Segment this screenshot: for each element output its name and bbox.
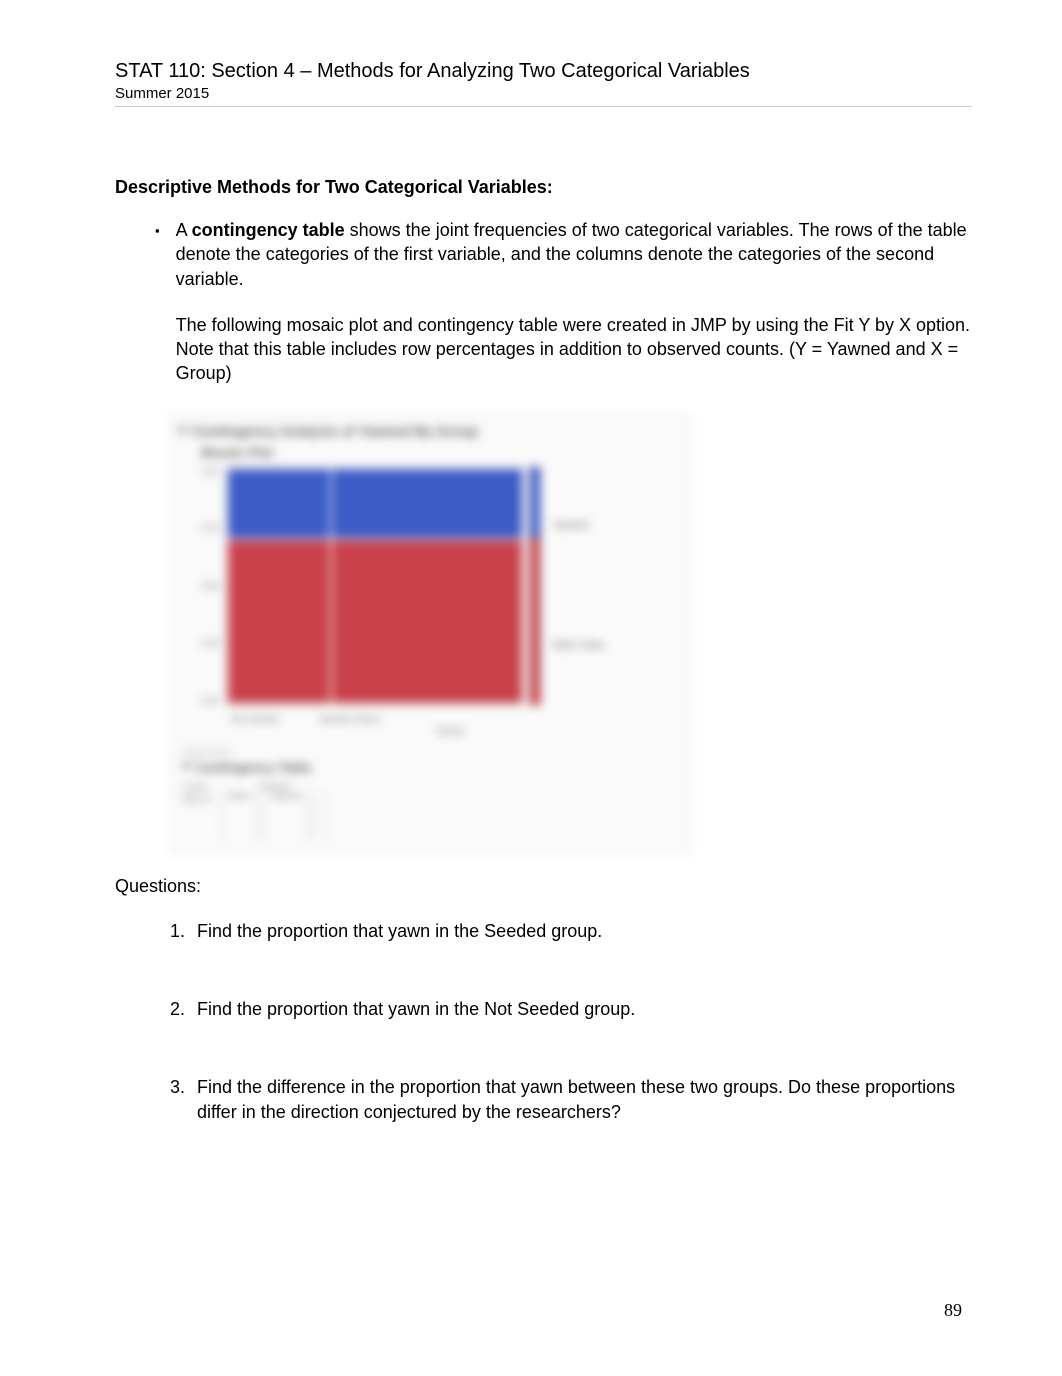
mosaic-legend: Yawned Didn't Yawn — [545, 466, 605, 706]
list-item: 2. Find the proportion that yawn in the … — [163, 997, 972, 1021]
ct-col-head: Yawned — [222, 781, 327, 791]
legend-didnt: Didn't Yawn — [553, 640, 605, 651]
bullet-item: ▪ A contingency table shows the joint fr… — [115, 218, 972, 408]
bullet-para-2: The following mosaic plot and contingenc… — [176, 313, 972, 386]
mosaic-col-notseeded — [228, 469, 330, 703]
header-rule — [115, 106, 972, 107]
freq-label: Freq: Count — [183, 747, 673, 757]
questions-heading: Questions: — [115, 876, 972, 897]
ct-col: Didn't — [222, 791, 259, 841]
question-text: Find the proportion that yawn in the See… — [197, 919, 602, 943]
question-text: Find the proportion that yawn in the Not… — [197, 997, 635, 1021]
bullet-text-bold: contingency table — [192, 220, 345, 240]
x-label-seeded: Seeded (Yawn) — [319, 714, 380, 724]
list-number: 2. — [163, 997, 185, 1021]
mosaic-cell-didnt — [332, 540, 522, 702]
figure-main-title: Contingency Analysis of Yawned By Group — [192, 423, 478, 439]
ct-row-head: Count — [183, 781, 212, 794]
bullet-text-a: A — [176, 220, 192, 240]
disclosure-triangle-icon — [182, 764, 192, 771]
overall-didnt — [530, 538, 540, 705]
contingency-table-block: Freq: Count Contingency Table Count Row … — [183, 747, 673, 841]
page-subtitle: Summer 2015 — [115, 85, 972, 102]
question-text: Find the difference in the proportion th… — [197, 1075, 972, 1124]
ct-col — [312, 791, 326, 841]
ct-col-label: Didn't — [229, 791, 252, 801]
mosaic-overall-bar — [529, 466, 541, 706]
mosaic-col-seeded — [332, 469, 522, 703]
page-number: 89 — [944, 1300, 962, 1321]
y-tick: 1.00 — [201, 466, 219, 476]
mosaic-grid — [225, 466, 525, 706]
list-item: 3. Find the difference in the proportion… — [163, 1075, 972, 1124]
x-axis-title: Group — [171, 726, 689, 737]
ct-col: Yawned — [262, 791, 308, 841]
mosaic-cell-yawned — [332, 469, 522, 539]
list-number: 1. — [163, 919, 185, 943]
y-tick: 0.00 — [201, 696, 219, 706]
mosaic-plot-title: Mosaic Plot — [171, 445, 689, 460]
y-tick: 0.50 — [201, 581, 219, 591]
y-tick: 0.75 — [201, 523, 219, 533]
y-axis-ticks: 1.00 0.75 0.50 0.25 0.00 — [201, 466, 221, 706]
mosaic-cell-yawned — [228, 469, 330, 539]
ct-row-head: Row % — [183, 793, 212, 806]
x-axis-labels: Not Seeded Seeded (Yawn) — [171, 714, 689, 724]
bullet-content: A contingency table shows the joint freq… — [176, 218, 972, 408]
ct-row-heads: Count Row % — [183, 781, 212, 841]
list-number: 3. — [163, 1075, 185, 1124]
disclosure-triangle-icon — [178, 427, 188, 434]
bullet-mark-icon: ▪ — [155, 218, 160, 408]
mosaic-cell-didnt — [228, 540, 330, 702]
jmp-output-figure: Contingency Analysis of Yawned By Group … — [170, 416, 690, 854]
contingency-table-title: Contingency Table — [196, 760, 311, 775]
y-tick: 0.25 — [201, 638, 219, 648]
overall-yawned — [530, 467, 540, 538]
ct-grid: Yawned Didn't Yawned — [222, 781, 327, 841]
page-title: STAT 110: Section 4 – Methods for Analyz… — [115, 60, 972, 83]
legend-yawned: Yawned — [553, 520, 605, 531]
contingency-table: Count Row % Yawned Didn't Yawned — [183, 781, 673, 841]
ct-col-label: Yawned — [269, 791, 301, 801]
mosaic-plot: 1.00 0.75 0.50 0.25 0.00 Yawned Didn't Y… — [201, 466, 673, 706]
section-heading: Descriptive Methods for Two Categorical … — [115, 177, 972, 198]
x-label-notseeded: Not Seeded — [231, 714, 279, 724]
list-item: 1. Find the proportion that yawn in the … — [163, 919, 972, 943]
questions-list: 1. Find the proportion that yawn in the … — [115, 919, 972, 1124]
